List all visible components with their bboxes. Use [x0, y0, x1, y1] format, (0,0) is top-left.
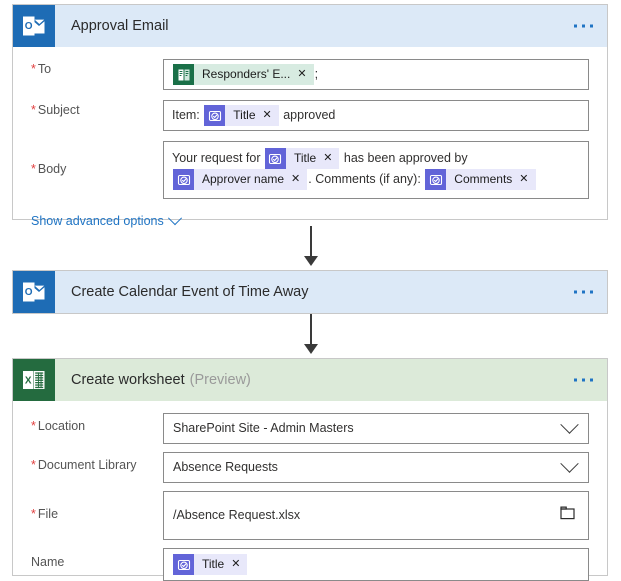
to-input[interactable]: Responders' E... ✕ ;	[163, 59, 589, 90]
token-label: Title	[233, 108, 256, 122]
token-title[interactable]: Title ✕	[204, 105, 279, 126]
field-label-document-library: * Document Library	[31, 458, 137, 472]
svg-text:X: X	[25, 376, 32, 387]
show-advanced-options-link[interactable]: Show advanced options	[31, 211, 182, 228]
field-label-subject: * Subject	[31, 103, 80, 117]
token-label: Comments	[454, 172, 513, 186]
card-body-approval-email: * To Responders' E... ✕ ; * Subject Item…	[13, 59, 607, 228]
field-label-to: * To	[31, 62, 52, 76]
token-body: Title ✕	[285, 148, 340, 169]
flow-connector-arrow-1	[304, 226, 318, 268]
token-title[interactable]: Title ✕	[264, 148, 340, 169]
excel-icon: X	[13, 359, 55, 401]
token-label: Approver name	[202, 172, 285, 186]
token-comments[interactable]: Comments ✕	[425, 169, 536, 190]
more-options-icon[interactable]	[574, 378, 593, 382]
card-title: Create Calendar Event of Time Away	[71, 284, 309, 300]
flow-designer-canvas: O Approval Email * To Responders' E... ✕…	[0, 0, 621, 581]
subject-suffix-text: approved	[283, 108, 336, 122]
subject-input[interactable]: Item: Title ✕ approved	[163, 100, 589, 131]
field-row-body: * Body Your request for Title ✕ has been…	[13, 141, 607, 199]
field-label-body: * Body	[31, 162, 67, 176]
file-input[interactable]: /Absence Request.xlsx	[163, 491, 589, 540]
approvals-icon	[425, 169, 447, 190]
field-row-location: * Location SharePoint Site - Admin Master…	[13, 413, 607, 444]
subject-prefix-text: Item:	[172, 108, 200, 122]
action-card-create-worksheet[interactable]: X Create worksheet(Preview) * Location S…	[12, 358, 608, 581]
required-asterisk: *	[31, 458, 36, 472]
token-remove-icon[interactable]: ✕	[297, 69, 306, 80]
token-remove-icon[interactable]: ✕	[323, 153, 332, 164]
token-approver-name[interactable]: Approver name ✕	[173, 169, 308, 190]
token-title[interactable]: Title ✕	[173, 554, 248, 575]
folder-picker-icon[interactable]	[560, 505, 576, 526]
card-header-create-worksheet[interactable]: X Create worksheet(Preview)	[13, 359, 607, 401]
body-text-1: Your request for	[172, 151, 261, 165]
action-card-approval-email[interactable]: O Approval Email * To Responders' E... ✕…	[12, 4, 608, 228]
field-row-document-library: * Document Library Absence Requests	[13, 452, 607, 483]
outlook-icon: O	[13, 271, 55, 313]
body-text-3: . Comments (if any):	[308, 172, 421, 186]
to-separator-text: ;	[314, 67, 319, 81]
required-asterisk: *	[31, 103, 36, 117]
field-label-location: * Location	[31, 419, 86, 433]
token-body: Comments ✕	[446, 169, 536, 190]
token-body: Title ✕	[225, 105, 279, 126]
more-options-icon[interactable]	[574, 24, 593, 28]
action-card-create-calendar-event[interactable]: O Create Calendar Event of Time Away	[12, 270, 608, 314]
field-row-subject: * Subject Item: Title ✕ approved	[13, 100, 607, 131]
field-label-name: Name	[31, 555, 65, 569]
chevron-down-icon[interactable]	[560, 415, 579, 434]
document-library-dropdown[interactable]: Absence Requests	[163, 452, 589, 483]
token-body: Responders' E... ✕	[194, 64, 314, 85]
chevron-down-icon	[167, 211, 182, 226]
forms-icon	[173, 64, 194, 85]
required-asterisk: *	[31, 162, 36, 176]
more-options-icon[interactable]	[574, 290, 593, 294]
token-responders-email[interactable]: Responders' E... ✕	[173, 64, 314, 85]
svg-text:O: O	[25, 21, 33, 32]
name-input[interactable]: Title ✕	[163, 548, 589, 581]
flow-connector-arrow-2	[304, 314, 318, 356]
document-library-value: Absence Requests	[173, 460, 278, 474]
token-label: Title	[202, 557, 225, 571]
card-title: Create worksheet (Preview)	[71, 372, 251, 388]
location-value: SharePoint Site - Admin Masters	[173, 421, 354, 435]
card-title: Approval Email	[71, 18, 169, 34]
approvals-icon	[264, 148, 286, 169]
token-remove-icon[interactable]: ✕	[291, 174, 300, 185]
approvals-icon	[173, 554, 194, 575]
card-body-create-worksheet: * Location SharePoint Site - Admin Master…	[13, 413, 607, 581]
advanced-options-row: Show advanced options	[13, 199, 607, 228]
token-remove-icon[interactable]: ✕	[263, 110, 272, 121]
card-header-approval-email[interactable]: O Approval Email	[13, 5, 607, 47]
approvals-icon	[204, 105, 226, 126]
field-row-file: * File /Absence Request.xlsx	[13, 491, 607, 540]
token-body: Title ✕	[194, 554, 248, 575]
approvals-icon	[173, 169, 194, 190]
required-asterisk: *	[31, 62, 36, 76]
svg-text:O: O	[25, 287, 33, 298]
field-label-file: * File	[31, 507, 59, 521]
preview-badge: (Preview)	[189, 372, 251, 388]
required-asterisk: *	[31, 419, 36, 433]
card-title-text: Create worksheet	[71, 372, 185, 388]
body-text-2: has been approved by	[343, 151, 468, 165]
token-body: Approver name ✕	[194, 169, 308, 190]
chevron-down-icon[interactable]	[560, 454, 579, 473]
card-header-create-calendar-event[interactable]: O Create Calendar Event of Time Away	[13, 271, 607, 313]
file-value: /Absence Request.xlsx	[173, 508, 301, 522]
token-label: Responders' E...	[202, 67, 291, 81]
token-remove-icon[interactable]: ✕	[231, 559, 240, 570]
field-row-to: * To Responders' E... ✕ ;	[13, 59, 607, 90]
body-input[interactable]: Your request for Title ✕ has been approv…	[163, 141, 589, 199]
required-asterisk: *	[31, 507, 36, 521]
show-advanced-options-label: Show advanced options	[31, 214, 164, 228]
location-dropdown[interactable]: SharePoint Site - Admin Masters	[163, 413, 589, 444]
token-label: Title	[293, 151, 317, 165]
outlook-icon: O	[13, 5, 55, 47]
token-remove-icon[interactable]: ✕	[519, 174, 528, 185]
field-row-name: Name Title ✕	[13, 548, 607, 581]
